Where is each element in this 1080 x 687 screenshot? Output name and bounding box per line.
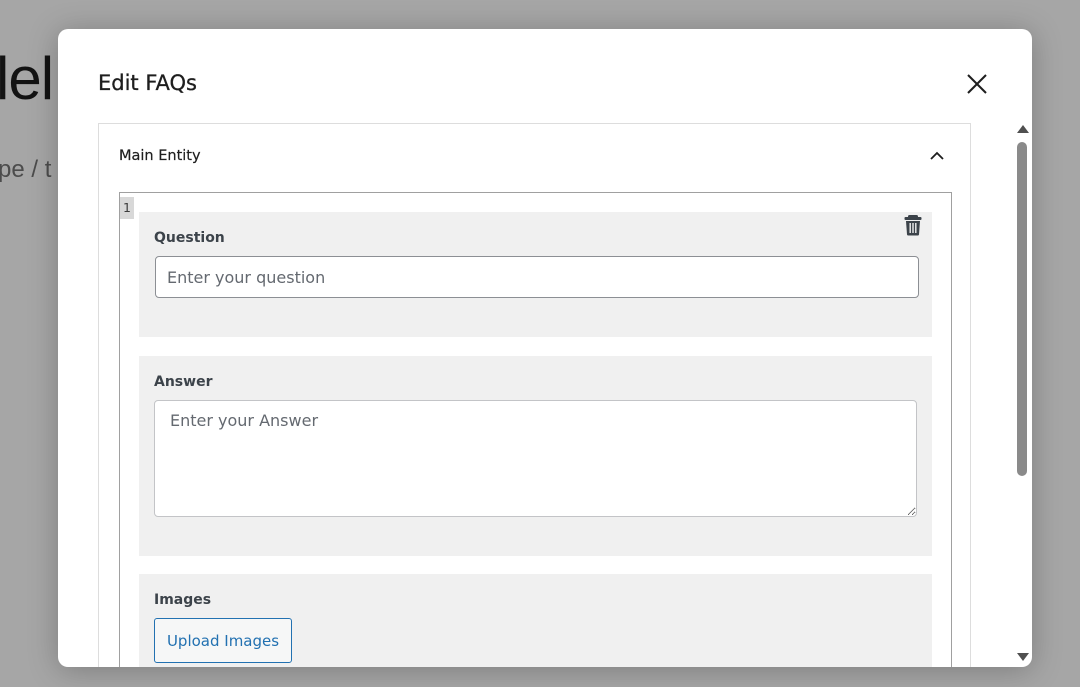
panel-title: Main Entity bbox=[119, 148, 201, 164]
images-label: Images bbox=[154, 592, 212, 608]
modal-scrollbar[interactable] bbox=[1013, 123, 1029, 667]
answer-label: Answer bbox=[154, 374, 213, 390]
main-entity-panel: Main Entity 1 Question Enter your questi… bbox=[98, 123, 971, 667]
faq-repeater: 1 Question Answer bbox=[119, 192, 952, 667]
close-icon bbox=[967, 74, 987, 94]
scrollbar-thumb[interactable] bbox=[1017, 142, 1027, 476]
delete-item-button[interactable] bbox=[903, 214, 923, 236]
question-input[interactable] bbox=[155, 256, 919, 298]
close-button[interactable] bbox=[960, 67, 994, 101]
modal-title: Edit FAQs bbox=[98, 71, 197, 95]
edit-faqs-modal: Edit FAQs Main Entity 1 Question Enter y… bbox=[58, 29, 1032, 667]
answer-textarea[interactable] bbox=[154, 400, 917, 517]
upload-images-button[interactable]: Upload Images bbox=[154, 618, 292, 663]
images-field-group: Images Upload Images bbox=[139, 574, 932, 667]
scroll-up-arrow-icon[interactable] bbox=[1017, 125, 1029, 133]
chevron-up-icon bbox=[930, 151, 944, 160]
question-field-group: Question bbox=[139, 212, 932, 337]
trash-icon bbox=[904, 215, 922, 236]
question-label: Question bbox=[154, 230, 225, 246]
main-entity-panel-toggle[interactable]: Main Entity bbox=[99, 124, 970, 188]
answer-field-group: Answer bbox=[139, 356, 932, 556]
item-index-badge: 1 bbox=[120, 197, 134, 219]
scroll-down-arrow-icon[interactable] bbox=[1017, 653, 1029, 661]
